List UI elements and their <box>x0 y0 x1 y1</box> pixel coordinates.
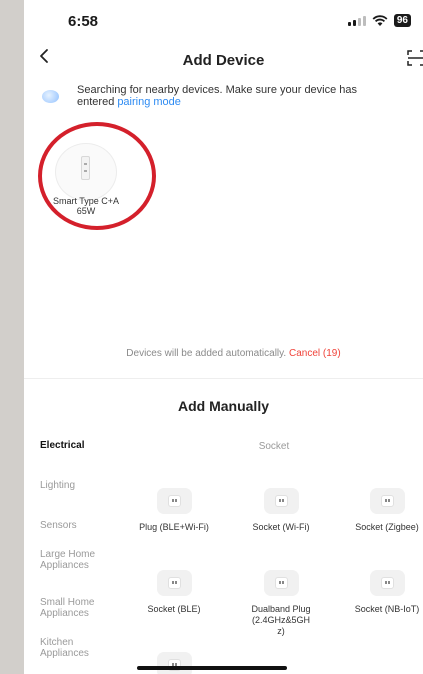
status-bar: 6:58 96 <box>24 0 423 40</box>
category-kitchen-appliances[interactable]: Kitchen Appliances <box>40 637 100 659</box>
device-tile-socket-wifi[interactable]: Socket (Wi-Fi) <box>241 488 321 533</box>
status-time: 6:58 <box>68 13 99 30</box>
tile-label: Socket (Zigbee) <box>355 522 419 532</box>
searching-message: Searching for nearby devices. Make sure … <box>77 84 417 108</box>
category-sensors[interactable]: Sensors <box>40 520 130 531</box>
socket-icon <box>156 488 192 514</box>
category-lighting[interactable]: Lighting <box>40 480 130 491</box>
socket-icon <box>369 488 405 514</box>
searching-banner: Searching for nearby devices. Make sure … <box>42 84 412 118</box>
signal-icon <box>347 15 366 26</box>
auto-add-notice: Devices will be added automatically. Can… <box>24 348 423 359</box>
searching-animation-icon <box>42 90 59 103</box>
highlight-annotation-ring <box>38 122 156 230</box>
section-heading-socket: Socket <box>258 441 290 452</box>
section-divider <box>24 378 423 379</box>
tile-label: Socket (BLE) <box>147 604 201 614</box>
scan-icon[interactable] <box>407 50 423 66</box>
socket-icon <box>156 570 192 596</box>
device-tile-dualband-plug[interactable]: Dualband Plug (2.4GHz&5GHz) <box>241 570 321 637</box>
device-tile-partial[interactable] <box>134 652 214 674</box>
phone-screen: 6:58 96 Add Device Searching for nearby … <box>24 0 423 674</box>
auto-add-text: Devices will be added automatically. <box>126 348 287 359</box>
category-electrical[interactable]: Electrical <box>40 440 130 451</box>
socket-icon <box>369 570 405 596</box>
device-tile-socket-nb-iot[interactable]: Socket (NB-IoT) <box>346 570 423 615</box>
device-tile-plug-ble-wifi[interactable]: Plug (BLE+Wi-Fi) <box>134 488 214 533</box>
nav-bar: Add Device <box>24 44 423 74</box>
category-small-home-appliances[interactable]: Small Home Appliances <box>40 597 112 619</box>
pairing-mode-link[interactable]: pairing mode <box>117 96 181 108</box>
home-indicator[interactable] <box>137 666 287 670</box>
add-manually-title: Add Manually <box>177 398 269 414</box>
tile-label: Plug (BLE+Wi-Fi) <box>139 522 209 532</box>
socket-icon <box>263 488 299 514</box>
battery-indicator: 96 <box>393 14 411 27</box>
socket-icon <box>156 652 192 674</box>
device-tile-socket-zigbee[interactable]: Socket (Zigbee) <box>346 488 423 533</box>
socket-icon <box>263 570 299 596</box>
page-title: Add Device <box>182 52 265 69</box>
tile-label: Socket (NB-IoT) <box>354 604 420 614</box>
status-icons: 96 <box>347 14 411 27</box>
wifi-icon <box>372 14 388 26</box>
cancel-button[interactable]: Cancel (19) <box>289 348 341 359</box>
device-tile-socket-ble[interactable]: Socket (BLE) <box>134 570 214 615</box>
tile-label: Dualband Plug (2.4GHz&5GHz) <box>251 604 311 636</box>
tile-label: Socket (Wi-Fi) <box>252 522 310 532</box>
category-large-home-appliances[interactable]: Large Home Appliances <box>40 549 100 571</box>
